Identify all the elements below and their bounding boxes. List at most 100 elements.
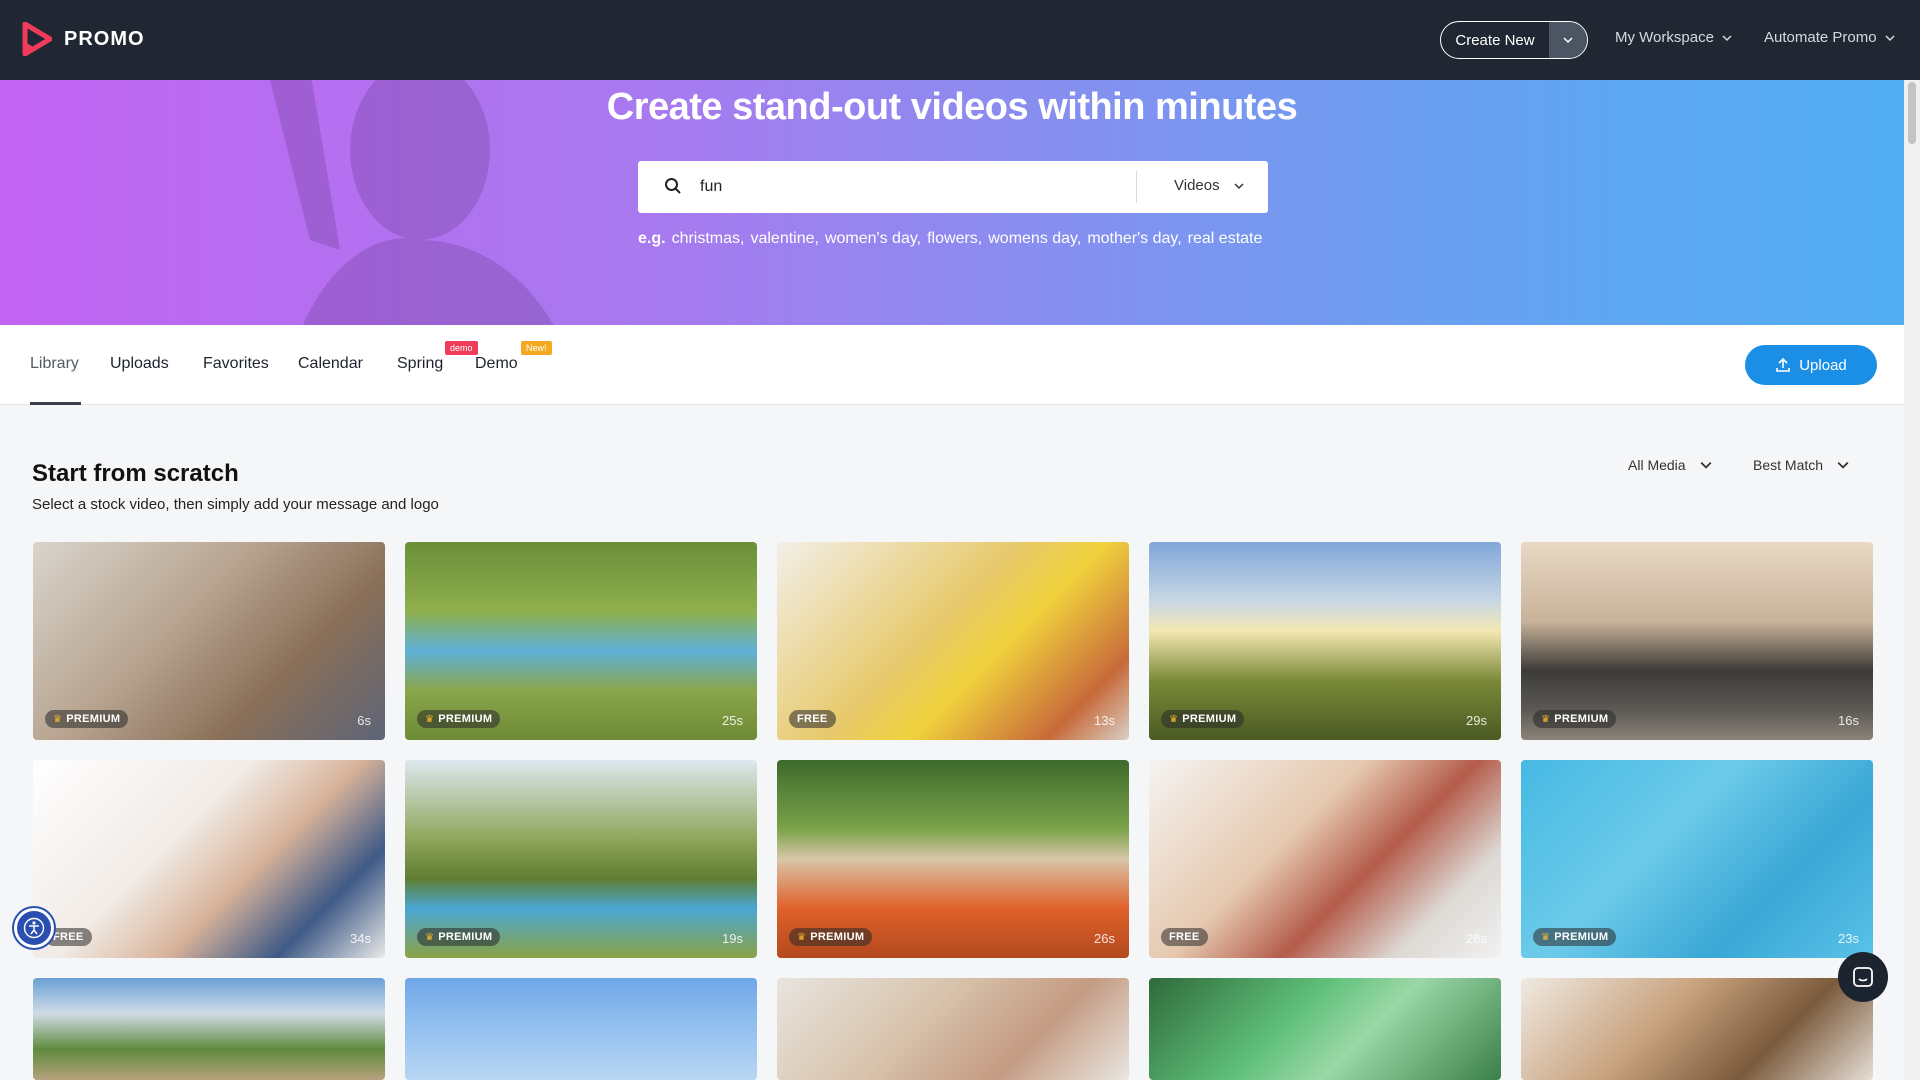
video-card[interactable]: FREE 34s xyxy=(33,760,385,958)
badge-label: FREE xyxy=(797,713,828,725)
video-duration: 34s xyxy=(350,931,371,946)
sort-dropdown[interactable]: Best Match xyxy=(1753,457,1849,473)
suggestion-link[interactable]: valentine, xyxy=(750,230,819,248)
suggestion-link[interactable]: flowers, xyxy=(927,230,982,248)
video-card[interactable]: ♛ PREMIUM 19s xyxy=(405,760,757,958)
search-suggestions: e.g. christmas, valentine, women's day, … xyxy=(638,230,1278,248)
video-duration: 13s xyxy=(1094,713,1115,728)
spring-demo-badge: demo xyxy=(445,341,478,355)
badge-label: PREMIUM xyxy=(810,931,865,943)
tab-library[interactable]: Library xyxy=(30,355,79,373)
chevron-down-icon xyxy=(1700,461,1712,469)
suggestion-link[interactable]: women's day, xyxy=(825,230,921,248)
video-card[interactable]: ♛ PREMIUM 23s xyxy=(1521,760,1873,958)
search-input[interactable] xyxy=(700,173,1160,201)
chat-button[interactable] xyxy=(1838,952,1888,1002)
create-new-button[interactable]: Create New xyxy=(1440,21,1588,59)
video-thumbnail xyxy=(33,978,385,1080)
tab-demo[interactable]: Demo xyxy=(475,355,518,373)
crown-icon: ♛ xyxy=(53,713,63,725)
search-bar: Videos xyxy=(638,161,1268,213)
video-duration: 23s xyxy=(1838,931,1859,946)
premium-badge: ♛ PREMIUM xyxy=(1533,928,1617,946)
badge-label: PREMIUM xyxy=(1554,931,1609,943)
active-tab-indicator xyxy=(30,402,81,405)
video-card[interactable]: ♛ PREMIUM 6s xyxy=(33,542,385,740)
video-card[interactable] xyxy=(1521,978,1873,1080)
suggestions-label: e.g. xyxy=(638,230,666,247)
video-card[interactable]: ♛ PREMIUM 25s xyxy=(405,542,757,740)
demo-new-badge: New! xyxy=(521,341,552,355)
video-card[interactable] xyxy=(1149,978,1501,1080)
crown-icon: ♛ xyxy=(425,931,435,943)
video-card[interactable] xyxy=(405,978,757,1080)
video-duration: 26s xyxy=(1094,931,1115,946)
video-card[interactable]: FREE 28s xyxy=(1149,760,1501,958)
badge-label: FREE xyxy=(1169,931,1200,943)
tab-uploads[interactable]: Uploads xyxy=(110,355,169,373)
library-tabs-bar: Library Uploads Favorites Calendar Sprin… xyxy=(0,325,1904,405)
promo-logo-icon xyxy=(22,22,52,56)
search-icon xyxy=(665,178,681,194)
video-card[interactable] xyxy=(33,978,385,1080)
premium-badge: ♛ PREMIUM xyxy=(1533,710,1617,728)
accessibility-button[interactable] xyxy=(14,908,54,948)
page-scrollbar[interactable] xyxy=(1904,80,1920,1080)
video-duration: 28s xyxy=(1466,931,1487,946)
tab-favorites[interactable]: Favorites xyxy=(203,355,269,373)
scrollbar-thumb[interactable] xyxy=(1908,82,1916,144)
crown-icon: ♛ xyxy=(1169,713,1179,725)
chevron-down-icon xyxy=(1837,461,1849,469)
video-duration: 29s xyxy=(1466,713,1487,728)
media-filter-value: All Media xyxy=(1628,457,1686,473)
sort-value: Best Match xyxy=(1753,457,1824,473)
video-duration: 6s xyxy=(357,713,371,728)
crown-icon: ♛ xyxy=(425,713,435,725)
badge-label: PREMIUM xyxy=(1554,713,1609,725)
video-card[interactable] xyxy=(777,978,1129,1080)
brand-name: PROMO xyxy=(64,27,145,50)
video-thumbnail xyxy=(777,978,1129,1080)
video-card[interactable]: ♛ PREMIUM 29s xyxy=(1149,542,1501,740)
chevron-down-icon xyxy=(1885,34,1895,41)
badge-label: PREMIUM xyxy=(1182,713,1237,725)
create-new-dropdown-toggle[interactable] xyxy=(1549,22,1587,58)
automate-promo-menu[interactable]: Automate Promo xyxy=(1764,29,1895,46)
video-card[interactable]: FREE 13s xyxy=(777,542,1129,740)
section-subtitle: Select a stock video, then simply add yo… xyxy=(32,496,439,513)
suggestion-link[interactable]: christmas, xyxy=(672,230,745,248)
premium-badge: ♛ PREMIUM xyxy=(417,710,501,728)
chevron-down-icon xyxy=(1234,182,1244,189)
badge-label: PREMIUM xyxy=(66,713,121,725)
section-title: Start from scratch xyxy=(32,460,239,487)
video-thumbnail xyxy=(405,978,757,1080)
suggestion-link[interactable]: mother's day, xyxy=(1087,230,1181,248)
media-type-select[interactable]: Videos xyxy=(1174,177,1244,194)
video-thumbnail xyxy=(1521,978,1873,1080)
premium-badge: ♛ PREMIUM xyxy=(1161,710,1245,728)
chat-icon xyxy=(1853,967,1873,987)
video-card[interactable]: ♛ PREMIUM 26s xyxy=(777,760,1129,958)
badge-label: PREMIUM xyxy=(438,713,493,725)
crown-icon: ♛ xyxy=(1541,713,1551,725)
badge-label: PREMIUM xyxy=(438,931,493,943)
my-workspace-menu[interactable]: My Workspace xyxy=(1615,29,1732,46)
suggestion-link[interactable]: womens day, xyxy=(988,230,1081,248)
brand-logo[interactable]: PROMO xyxy=(22,22,145,56)
premium-badge: ♛ PREMIUM xyxy=(45,710,129,728)
badge-label: FREE xyxy=(53,931,84,943)
upload-button[interactable]: Upload xyxy=(1745,345,1877,385)
video-duration: 25s xyxy=(722,713,743,728)
tab-spring[interactable]: Spring xyxy=(397,355,443,373)
suggestion-link[interactable]: real estate xyxy=(1188,230,1263,248)
top-navigation-bar: PROMO Create New My Workspace Automate P… xyxy=(0,0,1920,80)
accessibility-icon xyxy=(23,917,45,939)
automate-promo-label: Automate Promo xyxy=(1764,29,1877,46)
video-thumbnail xyxy=(1149,978,1501,1080)
create-new-label: Create New xyxy=(1455,31,1535,49)
video-card[interactable]: ♛ PREMIUM 16s xyxy=(1521,542,1873,740)
media-filter-dropdown[interactable]: All Media xyxy=(1628,457,1712,473)
free-badge: FREE xyxy=(1161,928,1208,946)
tab-calendar[interactable]: Calendar xyxy=(298,355,363,373)
video-duration: 16s xyxy=(1838,713,1859,728)
